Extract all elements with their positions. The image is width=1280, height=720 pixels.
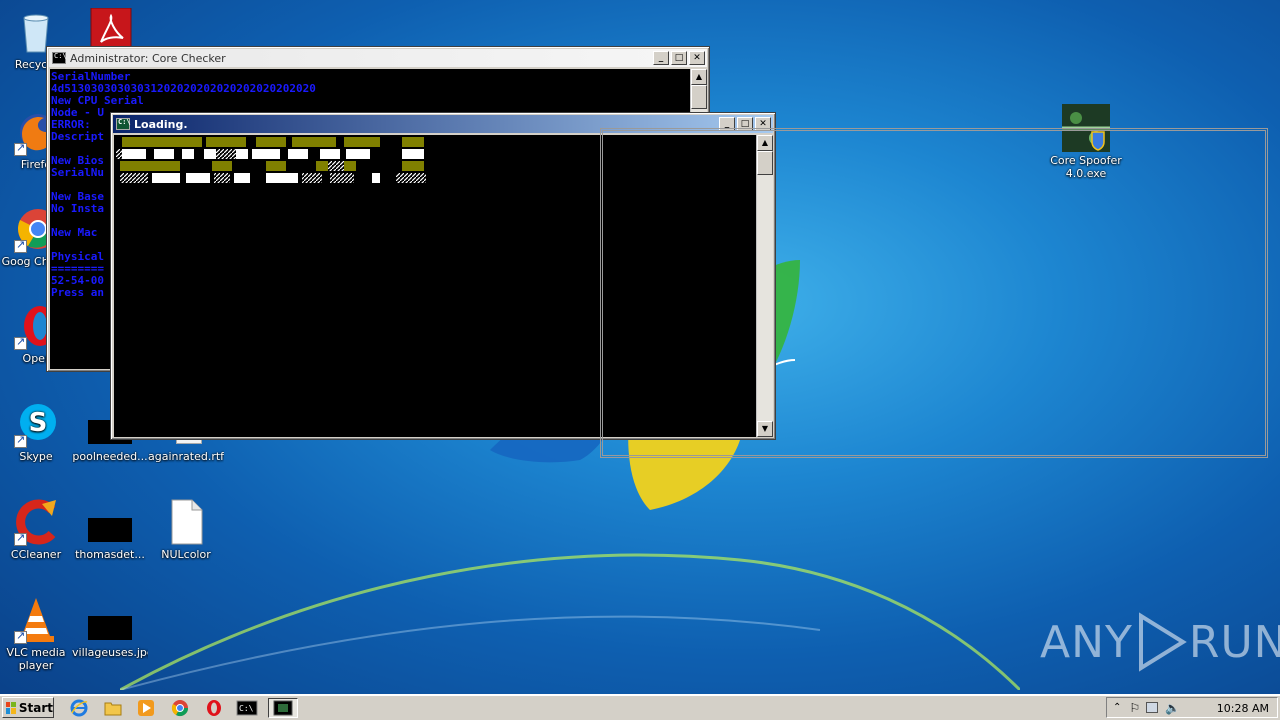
desktop-icon-label: VLC media player [6,646,66,672]
taskbar: Start C:\ ⌃ ⚐ 🔈 10:28 AM [0,694,1280,720]
maximize-button[interactable]: □ [671,51,687,65]
anyrun-watermark: ANY RUN [1040,612,1280,672]
console-icon [52,52,67,64]
minimize-button[interactable]: _ [653,51,669,65]
desktop-icon-vlc[interactable]: VLC media player [0,596,74,672]
core-checker-titlebar[interactable]: Administrator: Core Checker _ □ ✕ [49,49,707,67]
black-file-thumbnail-icon [86,498,134,546]
chrome-icon [171,700,189,717]
desktop-icon-label: againrated.rtf [148,450,224,463]
volume-icon[interactable]: 🔈 [1165,701,1180,715]
watermark-left: ANY [1040,616,1133,668]
close-button[interactable]: ✕ [689,51,705,65]
ccleaner-icon [12,498,60,546]
taskbar-chrome-button[interactable] [167,698,193,718]
clock[interactable]: 10:28 AM [1217,702,1269,715]
taskbar-media-player-button[interactable] [133,698,159,718]
desktop-icon-nulcolor[interactable]: NULcolor [148,498,224,561]
desktop-icon-villageuses[interactable]: villageuses.jpg [72,596,148,659]
media-player-icon [138,700,154,716]
window-title: Administrator: Core Checker [70,51,226,65]
play-triangle-icon [1138,612,1187,672]
desktop-icon-ccleaner[interactable]: CCleaner [0,498,74,561]
taskbar-ie-button[interactable] [66,698,92,718]
desktop-icon-label: CCleaner [10,548,62,561]
taskbar-explorer-button[interactable] [100,698,126,718]
desktop-icon-skype[interactable]: S Skype [0,400,74,463]
skype-icon: S [12,400,60,448]
ascii-banner-art [116,137,426,183]
black-file-thumbnail-icon [86,596,134,644]
desktop-icon-label: Skype [19,450,53,463]
taskbar-opera-button[interactable] [201,698,227,718]
system-tray: ⌃ ⚐ 🔈 10:28 AM [1106,697,1278,718]
show-hidden-icons-arrow[interactable]: ⌃ [1113,702,1121,713]
core-spoofer-icon [273,700,293,716]
blank-file-icon [162,498,210,546]
start-label: Start [18,700,53,715]
svg-text:S: S [29,408,48,438]
start-button[interactable]: Start [2,697,54,718]
windows-logo-icon [6,701,16,714]
console-line: New CPU Serial [51,94,144,107]
folder-icon [104,702,122,716]
console-icon: C:\ [236,700,258,716]
scroll-up-arrow[interactable]: ▲ [691,69,707,85]
desktop-icon-label: poolneeded... [72,450,148,463]
network-icon[interactable] [1146,702,1159,713]
wallpaper-swoosh [120,553,1020,690]
watermark-right: RUN [1188,616,1280,668]
desktop-icon-label: NULcolor [161,548,211,561]
internet-explorer-icon [70,699,88,717]
svg-text:C:\: C:\ [239,704,254,713]
vlc-cone-icon [12,596,60,644]
opera-icon [207,700,221,716]
action-center-flag-icon[interactable]: ⚐ [1129,701,1140,715]
desktop-icon-label: villageuses.jpg [72,646,148,659]
scroll-thumb[interactable] [691,85,707,109]
console-icon [116,118,131,130]
console-line: 4d51303030303031202020202020202020202020 [51,82,316,95]
desktop-icon-label: thomasdet... [75,548,145,561]
taskbar-core-checker-button[interactable]: C:\ [234,698,260,718]
taskbar-loading-button[interactable] [268,698,298,718]
desktop-icon-thomasdet[interactable]: thomasdet... [72,498,148,561]
window-drag-outline [600,128,1268,458]
